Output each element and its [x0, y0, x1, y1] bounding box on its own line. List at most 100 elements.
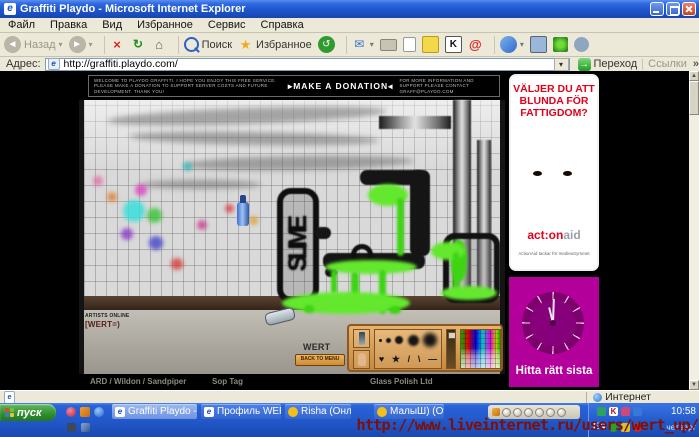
- favorites-button[interactable]: ★ Избранное: [238, 37, 312, 52]
- notes-button[interactable]: [421, 36, 439, 53]
- spray-tool-button[interactable]: [353, 329, 370, 348]
- tray-icon-1[interactable]: [597, 407, 606, 416]
- print-button[interactable]: [379, 38, 397, 51]
- opacity-slider[interactable]: [446, 329, 456, 369]
- paint-dot: [107, 192, 117, 202]
- tool-icon: [529, 36, 547, 53]
- paint-dot: [147, 208, 162, 223]
- artist-name: [WERT=): [85, 320, 120, 329]
- messenger-button[interactable]: ▾: [499, 36, 524, 53]
- links-label[interactable]: Ссылки: [648, 58, 687, 70]
- quick-launch-icon-3[interactable]: [94, 407, 104, 417]
- address-input[interactable]: [63, 58, 554, 70]
- paint-dot: [135, 184, 147, 196]
- backslash-brush-icon[interactable]: \: [418, 354, 421, 364]
- links-chevron[interactable]: »: [693, 58, 699, 70]
- task-label: Risha (Онлайн): [301, 406, 351, 417]
- clock-ad[interactable]: Hitta rätt sista: [509, 277, 599, 387]
- back-dropdown-icon[interactable]: ▾: [59, 40, 63, 49]
- mail-dropdown-icon[interactable]: ▾: [370, 40, 374, 49]
- extra-tool-3[interactable]: [573, 37, 589, 52]
- back-to-menu-button[interactable]: BACK TO MENU: [295, 354, 345, 366]
- task-ie-icon: e: [115, 406, 125, 417]
- paint-dot: [93, 176, 103, 186]
- brush-shape-row[interactable]: ♥ ★ / \ —: [375, 350, 441, 368]
- slash-brush-icon[interactable]: /: [408, 354, 411, 364]
- search-icon: [183, 37, 200, 53]
- mail-button[interactable]: ✉ ▾: [352, 37, 374, 52]
- make-a-donation-link[interactable]: ▸MAKE A DONATION◂: [288, 81, 394, 92]
- heart-brush-icon[interactable]: ♥: [379, 354, 384, 364]
- quick-launch-icon-5[interactable]: [81, 423, 90, 432]
- stop-button[interactable]: ×: [110, 37, 125, 52]
- start-button[interactable]: пуск: [0, 404, 56, 421]
- at-button[interactable]: @: [468, 37, 483, 52]
- paint-dot: [197, 220, 207, 230]
- slime-drip: [397, 198, 404, 256]
- status-page-icon: e: [4, 390, 15, 404]
- footer-link-3[interactable]: Glass Polish Ltd: [370, 377, 433, 386]
- quick-launch-icon-2[interactable]: [80, 407, 90, 417]
- scroll-thumb[interactable]: [689, 81, 699, 115]
- kaspersky-button[interactable]: K: [444, 36, 462, 53]
- slime-splash: [304, 305, 314, 313]
- quick-launch-icon-4[interactable]: [67, 423, 76, 432]
- close-button[interactable]: [682, 2, 696, 16]
- taskbar-button-graffiti[interactable]: e Graffiti Playdo - Micro...: [112, 404, 197, 419]
- mail-icon: ✉: [354, 37, 365, 51]
- tray-k-icon[interactable]: K: [609, 407, 618, 416]
- forward-icon: ►: [68, 36, 86, 53]
- extra-tool-2[interactable]: [552, 37, 568, 52]
- menu-help[interactable]: Справка: [261, 19, 304, 31]
- slime-blob: [325, 260, 417, 274]
- forward-button[interactable]: ► ▾: [68, 36, 93, 53]
- banner-welcome-text: WELCOME TO PLAYDO GRAFFITI. I HOPE YOU E…: [94, 77, 277, 94]
- sticky-note-icon: [421, 36, 439, 53]
- forward-dropdown-icon[interactable]: ▾: [89, 40, 93, 49]
- k-icon: K: [444, 36, 462, 53]
- maximize-button[interactable]: [666, 2, 680, 16]
- messenger-dropdown-icon[interactable]: ▾: [520, 40, 524, 49]
- go-button[interactable]: → Переход: [577, 57, 637, 71]
- vertical-scrollbar[interactable]: ▲ ▼: [689, 71, 699, 390]
- home-button[interactable]: ⌂: [152, 37, 167, 52]
- back-button[interactable]: ◄ Назад ▾: [4, 36, 63, 53]
- footer-link-2[interactable]: Sop Tag: [212, 377, 243, 386]
- home-icon: ⌂: [155, 37, 163, 52]
- graffiti-canvas[interactable]: SLIME ARTISTS ONLINE [WERT=) WERT BACK T…: [79, 100, 505, 374]
- go-arrow-icon: →: [577, 57, 591, 71]
- taskbar-button-risha[interactable]: Risha (Онлайн): [285, 404, 351, 419]
- finger-tool-button[interactable]: [353, 350, 370, 369]
- brush-size-row[interactable]: [375, 330, 441, 350]
- menu-edit[interactable]: Правка: [50, 19, 87, 31]
- tray-icon-3[interactable]: [633, 407, 642, 416]
- tray-icon-2[interactable]: [621, 407, 630, 416]
- search-button[interactable]: Поиск: [183, 37, 232, 53]
- refresh-button[interactable]: ↻: [131, 37, 146, 52]
- footer-link-1[interactable]: ARD / Wildon / Sandpiper: [90, 377, 186, 386]
- star-brush-icon[interactable]: ★: [392, 354, 400, 365]
- slider-knob[interactable]: [448, 332, 456, 339]
- address-dropdown-button[interactable]: ▾: [553, 57, 569, 71]
- spray-can-nozzle: [240, 195, 246, 203]
- slime-pool: [441, 286, 497, 300]
- taskbar-button-profile[interactable]: e Профиль WERT_UP -...: [201, 404, 281, 419]
- eye: [563, 171, 572, 176]
- dash-brush-icon[interactable]: —: [428, 354, 437, 364]
- menu-file[interactable]: Файл: [8, 19, 35, 31]
- ad-headline: VÄLJER DU ATT BLUNDA FÖR FATTIGDOM?: [513, 83, 595, 119]
- extra-tool-1[interactable]: [529, 36, 547, 53]
- color-palette-grid[interactable]: [460, 329, 501, 369]
- menu-favorites[interactable]: Избранное: [137, 19, 193, 31]
- menu-tools[interactable]: Сервис: [208, 19, 246, 31]
- history-button[interactable]: ↺: [317, 36, 335, 53]
- print-icon: [379, 38, 397, 51]
- menu-view[interactable]: Вид: [102, 19, 122, 31]
- scroll-down-button[interactable]: ▼: [689, 380, 699, 390]
- actionaid-ad[interactable]: VÄLJER DU ATT BLUNDA FÖR FATTIGDOM? act:…: [509, 74, 599, 271]
- scroll-up-button[interactable]: ▲: [689, 71, 699, 81]
- quick-launch-icon-1[interactable]: [66, 407, 76, 417]
- minimize-button[interactable]: [650, 2, 664, 16]
- edit-button[interactable]: [402, 37, 416, 52]
- paint-dot: [183, 162, 192, 171]
